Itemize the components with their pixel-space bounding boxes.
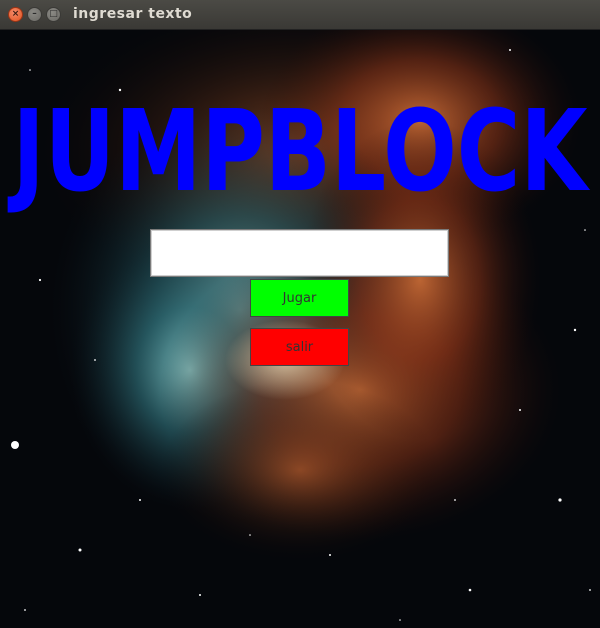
play-button-label: Jugar — [282, 290, 317, 306]
close-icon: × — [11, 9, 20, 19]
play-button[interactable]: Jugar — [250, 279, 349, 317]
app-window: × – □ ingresar texto JUMPBLOCK Jugar sal… — [0, 0, 600, 628]
minimize-window-button[interactable]: – — [27, 7, 42, 22]
close-window-button[interactable]: × — [8, 7, 23, 22]
title-bar[interactable]: × – □ ingresar texto — [0, 0, 600, 30]
maximize-icon: □ — [49, 9, 58, 19]
game-logo: JUMPBLOCK — [7, 87, 591, 215]
game-menu-panel: JUMPBLOCK Jugar salir — [0, 30, 600, 628]
window-title: ingresar texto — [73, 6, 193, 22]
quit-button[interactable]: salir — [250, 328, 349, 366]
quit-button-label: salir — [285, 339, 314, 355]
name-input[interactable] — [150, 229, 449, 277]
maximize-window-button[interactable]: □ — [46, 7, 61, 22]
minimize-icon: – — [32, 9, 37, 19]
logo-text: JUMPBLOCK — [7, 87, 591, 215]
